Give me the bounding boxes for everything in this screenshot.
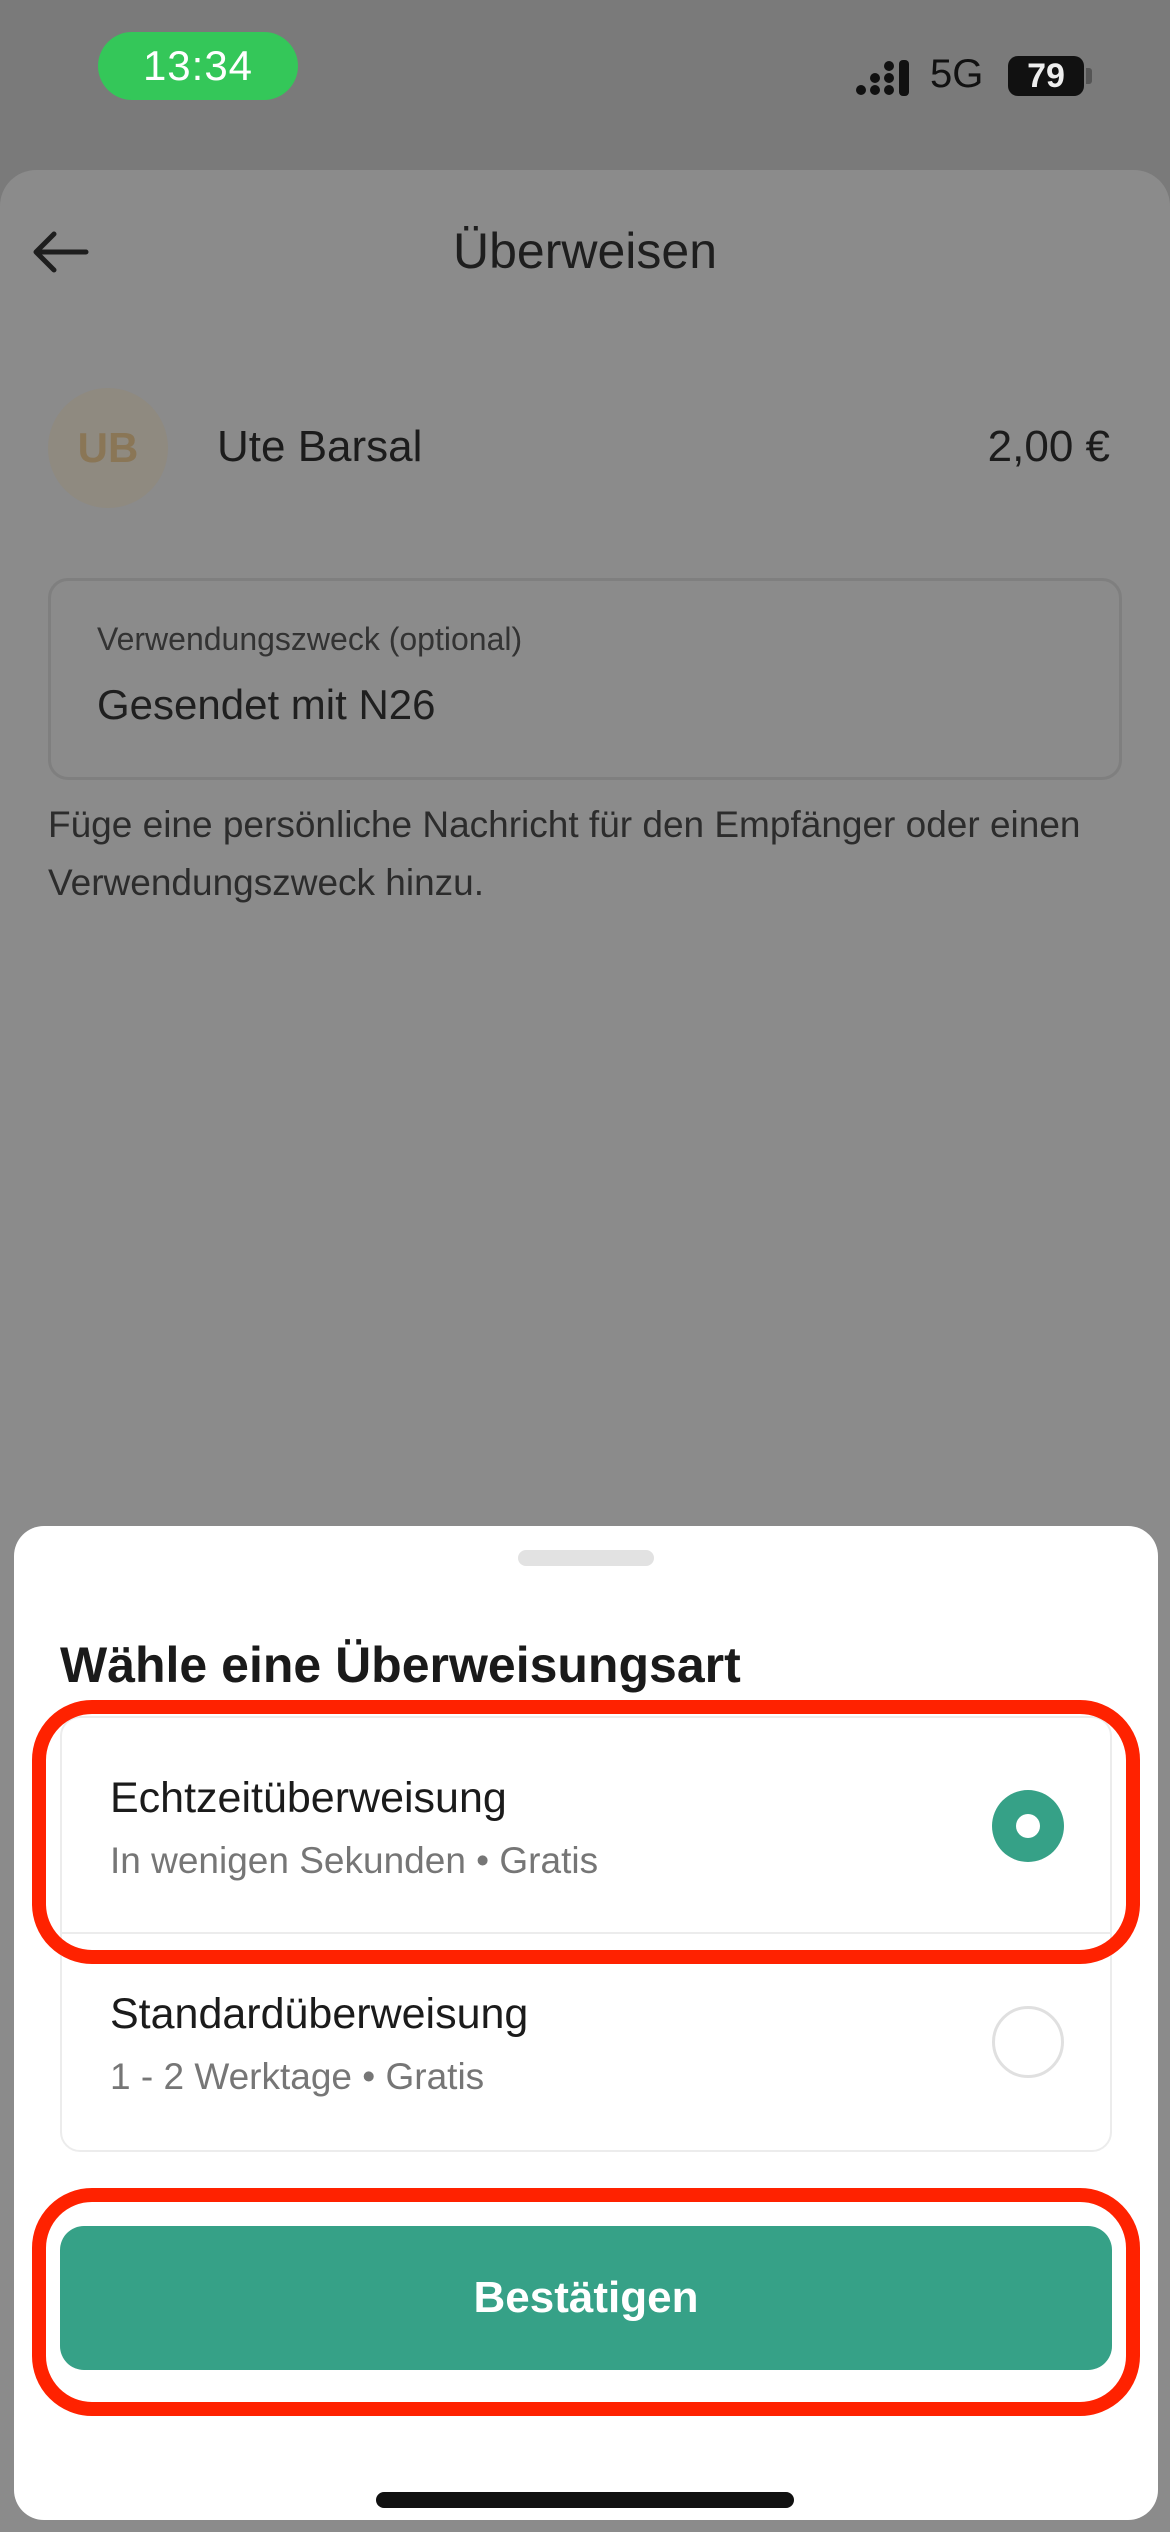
battery-icon: 79	[1008, 56, 1084, 96]
option-subtitle: In wenigen Sekunden • Gratis	[110, 1840, 599, 1881]
status-bar: 13:34 5G 79	[0, 0, 1170, 140]
reference-input[interactable]: Gesendet mit N26	[97, 681, 436, 729]
sheet-grabber[interactable]	[518, 1550, 654, 1566]
radio-unselected-icon[interactable]	[992, 2006, 1064, 2078]
transfer-amount: 2,00 €	[987, 422, 1110, 471]
home-indicator[interactable]	[376, 2492, 794, 2508]
option-subtitle: 1 - 2 Werktage • Gratis	[110, 2056, 485, 2097]
option-title: Echtzeitüberweisung	[110, 1774, 507, 1822]
reference-helper-text: Füge eine persönliche Nachricht für den …	[48, 804, 1081, 903]
status-time: 13:34	[98, 32, 298, 100]
option-title: Standardüberweisung	[110, 1990, 529, 2038]
sheet-title: Wähle eine Überweisungsart	[60, 1637, 741, 1693]
option-instant-transfer[interactable]: Echtzeitüberweisung In wenigen Sekunden …	[62, 1718, 1110, 1934]
option-standard-transfer[interactable]: Standardüberweisung 1 - 2 Werktage • Gra…	[62, 1934, 1110, 2150]
recipient-name: Ute Barsal	[217, 422, 423, 471]
confirm-button[interactable]: Bestätigen	[60, 2226, 1112, 2370]
transfer-type-options: Echtzeitüberweisung In wenigen Sekunden …	[60, 1716, 1112, 2152]
signal-strength-icon	[856, 60, 909, 96]
battery-tip	[1086, 68, 1092, 84]
radio-selected-icon[interactable]	[992, 1790, 1064, 1862]
avatar: UB	[48, 388, 168, 508]
page-title: Überweisen	[452, 223, 717, 279]
network-type: 5G	[930, 52, 984, 96]
reference-field[interactable]: Verwendungszweck (optional) Gesendet mit…	[48, 578, 1122, 780]
reference-label: Verwendungszweck (optional)	[97, 621, 523, 657]
transfer-type-sheet: Wähle eine Überweisungsart Echtzeitüberw…	[14, 1526, 1158, 2520]
